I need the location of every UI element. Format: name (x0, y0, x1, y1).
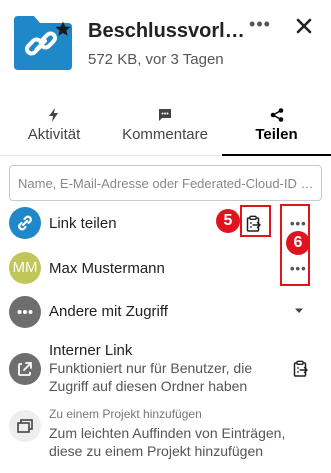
file-meta: 572 KB, vor 3 Tagen (88, 51, 224, 68)
close-icon[interactable] (290, 12, 318, 40)
others-access-label: Andere mit Zugriff (49, 303, 168, 320)
more-horizontal-icon (17, 310, 33, 314)
tab-share-label: Teilen (255, 126, 298, 143)
header-more-button[interactable]: ••• (246, 14, 274, 38)
annotation-badge-6: 6 (286, 231, 310, 255)
internal-link-row: Interner Link Funktioniert nur für Benut… (0, 340, 331, 400)
share-link-label: Link teilen (49, 215, 117, 232)
tab-comments[interactable]: Kommentare (110, 100, 220, 156)
annotation-badge-5: 5 (216, 209, 240, 233)
internal-link-description: Funktioniert nur für Benutzer, die Zugri… (49, 360, 253, 394)
user-avatar: MM (9, 252, 41, 284)
link-avatar (9, 207, 41, 239)
chevron-down-icon[interactable] (294, 307, 304, 315)
lightning-icon (49, 108, 58, 122)
favorite-star-icon[interactable] (54, 20, 72, 38)
tab-activity[interactable]: Aktivität (14, 100, 94, 156)
internal-link-avatar (9, 353, 41, 385)
add-project-row[interactable]: Zu einem Projekt hinzufügen Zum leichten… (0, 404, 331, 470)
others-avatar (9, 296, 41, 328)
share-user-label: Max Mustermann (49, 260, 165, 277)
share-search-input[interactable] (9, 165, 322, 201)
comment-icon (159, 109, 171, 121)
link-icon (18, 215, 32, 231)
annotation-box-5 (240, 205, 271, 237)
file-title: Beschlussvorl… (88, 20, 245, 42)
internal-link-title: Interner Link (49, 342, 133, 359)
project-icon (17, 419, 33, 433)
tab-comments-label: Kommentare (122, 126, 208, 143)
tab-bar: Aktivität Kommentare Teilen (0, 100, 331, 156)
share-icon (270, 108, 283, 122)
add-project-label: Zu einem Projekt hinzufügen (49, 407, 202, 421)
others-access-row[interactable]: Andere mit Zugriff (0, 294, 331, 330)
sidebar-header: Beschlussvorl… 572 KB, vor 3 Tagen ••• (0, 0, 331, 90)
project-avatar (9, 410, 41, 442)
copy-internal-link-icon[interactable] (292, 360, 310, 378)
tab-share[interactable]: Teilen (222, 100, 331, 156)
add-project-description: Zum leichten Auffinden von Einträgen, di… (49, 425, 286, 459)
external-link-icon (18, 362, 32, 376)
tab-activity-label: Aktivität (27, 126, 81, 143)
